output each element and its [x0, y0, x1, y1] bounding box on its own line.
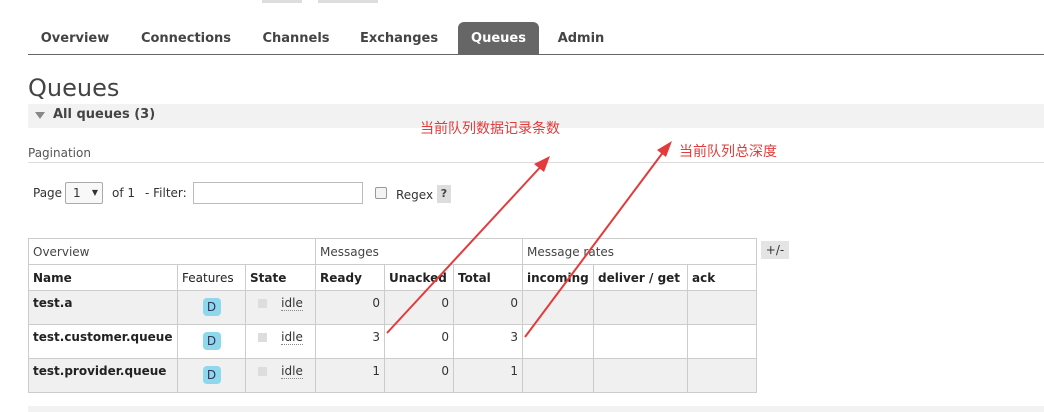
- arrowhead-icon: [657, 141, 672, 157]
- arrowhead-icon: [534, 156, 550, 172]
- section-bar-bottom: [28, 406, 1044, 412]
- arrow-line: [386, 161, 546, 334]
- annotation-arrows: [386, 141, 672, 338]
- arrow-line: [524, 146, 668, 338]
